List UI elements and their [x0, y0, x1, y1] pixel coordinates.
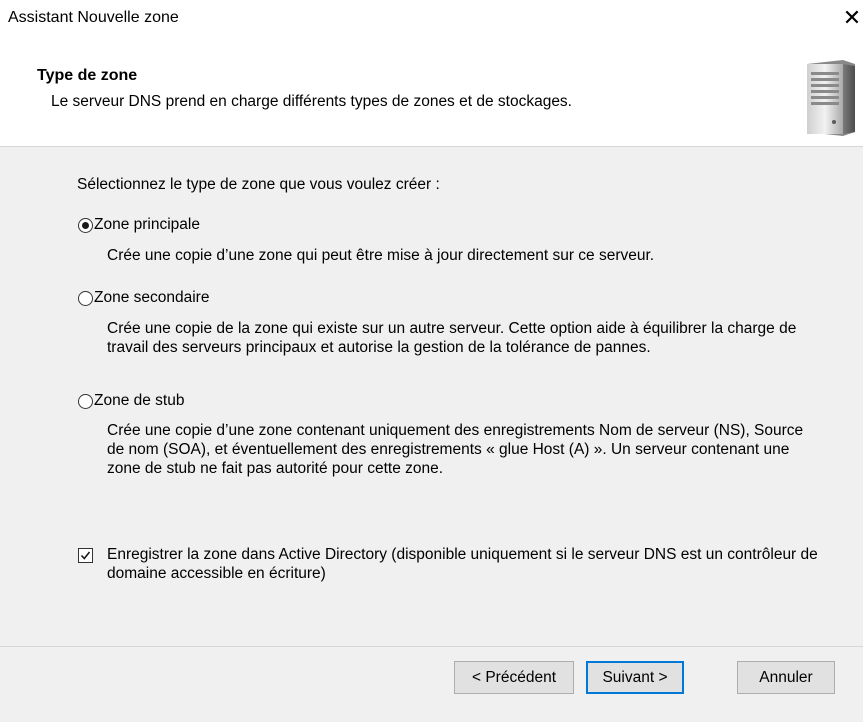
option-description: Crée une copie d’une zone qui peut être …: [107, 247, 655, 264]
page-subtitle: Le serveur DNS prend en charge différent…: [51, 93, 572, 110]
wizard-footer: < Précédent Suivant > Annuler: [0, 647, 863, 722]
option-label[interactable]: Zone de stub: [94, 392, 184, 410]
next-button[interactable]: Suivant >: [586, 661, 684, 694]
window-title: Assistant Nouvelle zone: [8, 9, 179, 26]
radio-zone-principale[interactable]: [78, 218, 93, 233]
cancel-button[interactable]: Annuler: [737, 661, 835, 694]
back-button[interactable]: < Précédent: [454, 661, 574, 694]
wizard-content: Sélectionnez le type de zone que vous vo…: [0, 147, 863, 646]
option-label[interactable]: Zone secondaire: [94, 289, 209, 307]
radio-zone-de-stub[interactable]: [78, 394, 93, 409]
title-bar: Assistant Nouvelle zone ✕: [0, 0, 863, 40]
page-title: Type de zone: [37, 67, 138, 84]
close-icon[interactable]: ✕: [841, 4, 863, 32]
option-description: Crée une copie d’une zone contenant uniq…: [107, 422, 804, 477]
wizard-header: Type de zone Le serveur DNS prend en cha…: [0, 40, 863, 146]
checkmark-icon: [80, 551, 91, 560]
ad-checkbox-label[interactable]: Enregistrer la zone dans Active Director…: [107, 545, 847, 583]
server-icon: [807, 60, 855, 136]
option-label[interactable]: Zone principale: [94, 216, 200, 234]
ad-checkbox[interactable]: [78, 548, 93, 563]
radio-zone-secondaire[interactable]: [78, 291, 93, 306]
option-description: Crée une copie de la zone qui existe sur…: [107, 320, 797, 356]
zone-type-prompt: Sélectionnez le type de zone que vous vo…: [77, 176, 440, 193]
